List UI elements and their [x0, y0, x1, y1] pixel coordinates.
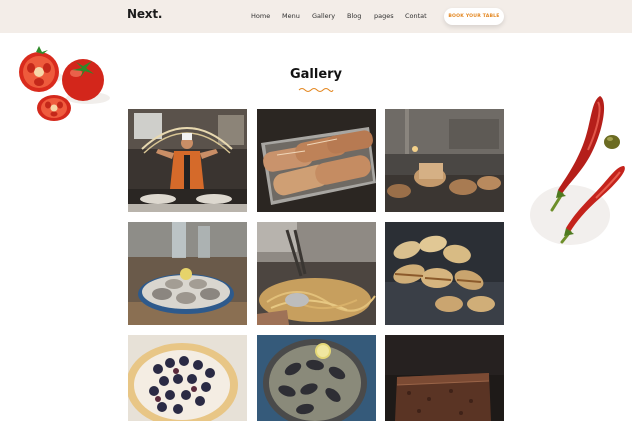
nav-gallery[interactable]: Gallery [312, 12, 335, 20]
mussels-pan-photo [257, 335, 376, 421]
gallery-image-tart[interactable] [128, 335, 247, 421]
tomatoes-icon [14, 44, 110, 131]
chef-noodles-photo [128, 109, 247, 212]
nav-contact[interactable]: Contat [405, 12, 427, 20]
berry-tart-photo [128, 335, 247, 421]
gallery-image-oysters[interactable] [128, 222, 247, 325]
brownie-photo [385, 335, 504, 421]
gallery-image-pastries[interactable] [385, 222, 504, 325]
baked-bread-tray-photo [257, 109, 376, 212]
top-header: Next. Home Menu Gallery Blog pages Conta… [0, 0, 632, 33]
gallery-image-pasta[interactable] [257, 222, 376, 325]
title-wave-divider [298, 88, 334, 92]
gallery-image-chef[interactable] [128, 109, 247, 212]
pasta-tossing-photo [257, 222, 376, 325]
gallery-image-brownie[interactable] [385, 335, 504, 421]
gallery-image-mussels[interactable] [257, 335, 376, 421]
nav-home[interactable]: Home [251, 12, 270, 20]
book-table-button[interactable]: BOOK YOUR TABLE [444, 8, 504, 25]
oysters-platter-photo [128, 222, 247, 325]
nav-pages[interactable]: pages [374, 12, 394, 20]
gallery-image-bakery[interactable] [385, 109, 504, 212]
nav-menu[interactable]: Menu [282, 12, 300, 20]
bakery-counter-photo [385, 109, 504, 212]
nav-blog[interactable]: Blog [347, 12, 361, 20]
red-chili-peppers-icon [528, 90, 632, 265]
pastries-sugar-photo [385, 222, 504, 325]
gallery-image-bread[interactable] [257, 109, 376, 212]
logo[interactable]: Next. [127, 7, 162, 21]
